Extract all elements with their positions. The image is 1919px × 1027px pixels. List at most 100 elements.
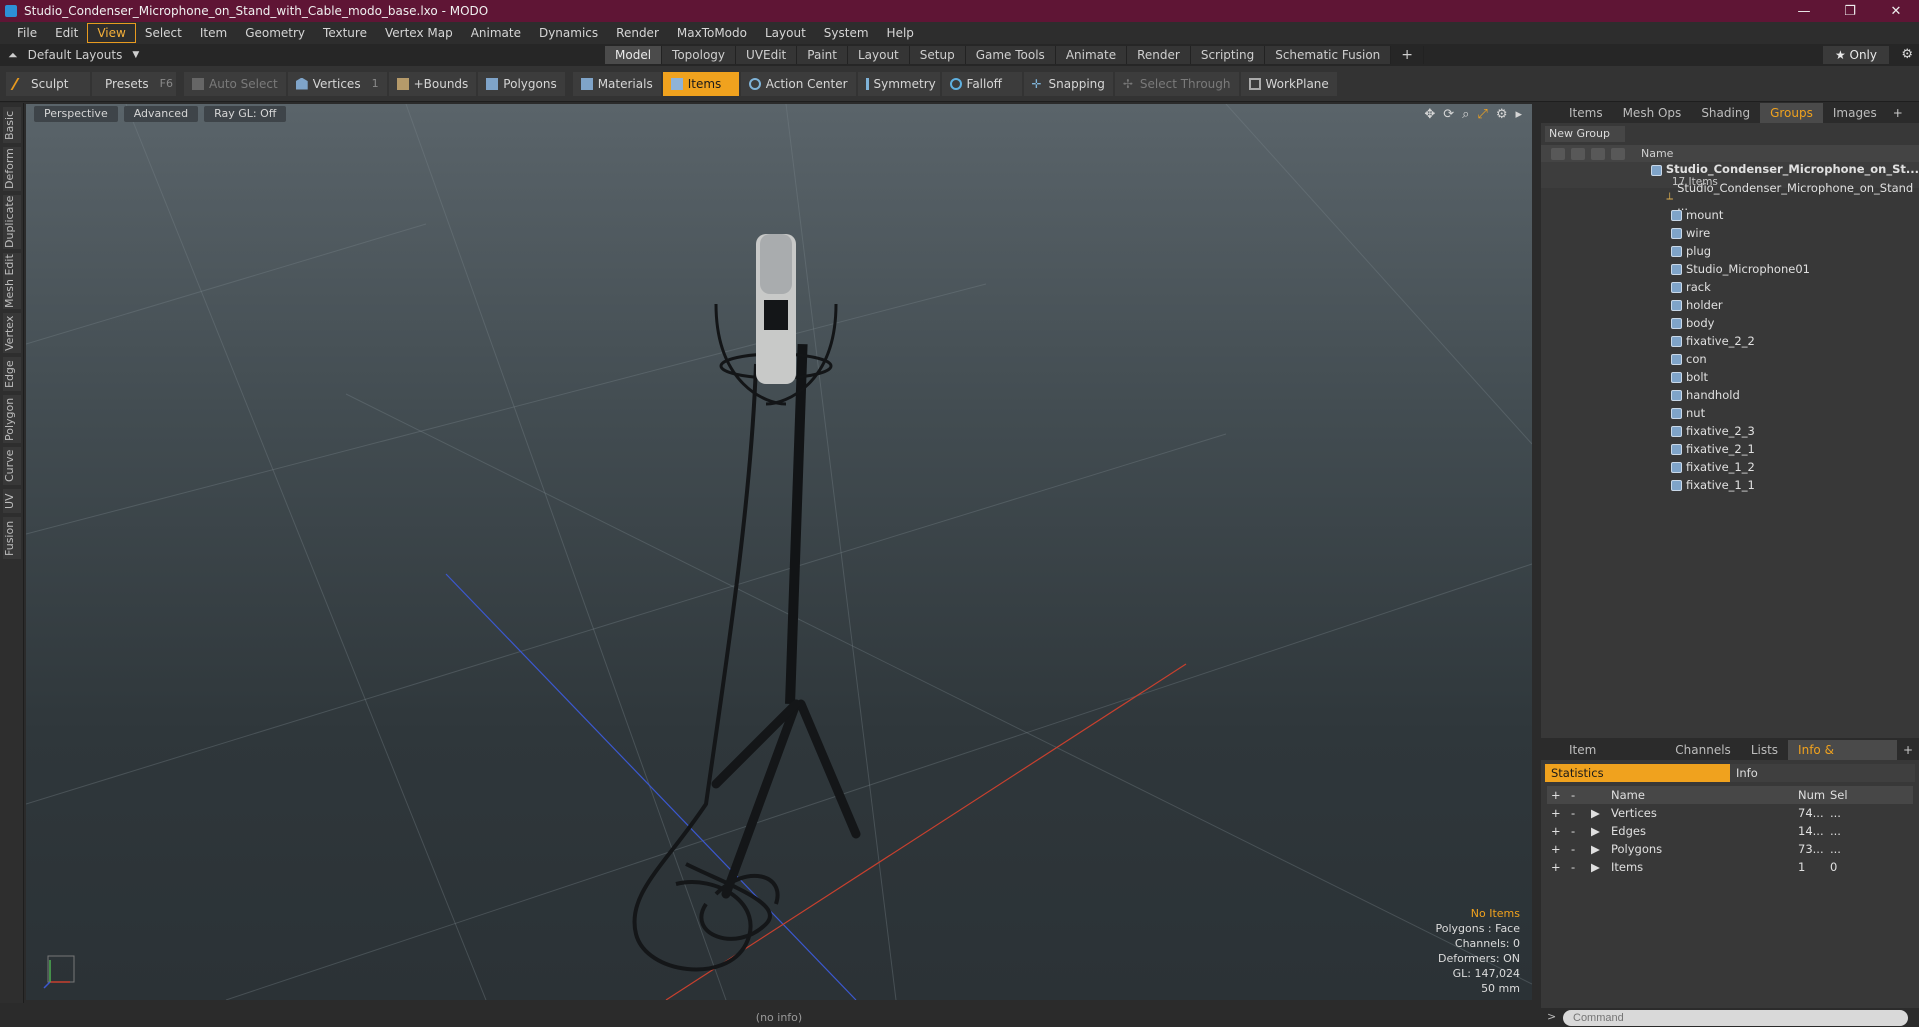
list-item[interactable]: Studio_Microphone01: [1541, 260, 1919, 278]
tab-info[interactable]: Info: [1730, 764, 1915, 782]
advanced-button[interactable]: Advanced: [123, 106, 199, 122]
expand-triangle-icon[interactable]: ▶: [1587, 804, 1607, 822]
tab-model[interactable]: Model: [605, 46, 663, 64]
tab-uv[interactable]: UV: [3, 489, 21, 513]
tab-statistics[interactable]: Statistics: [1545, 764, 1730, 782]
select-through-button[interactable]: ✢ Select Through: [1114, 71, 1239, 96]
render-column-icon[interactable]: [1571, 147, 1585, 160]
list-item[interactable]: fixative_2_2: [1541, 332, 1919, 350]
menu-dynamics[interactable]: Dynamics: [530, 23, 607, 43]
new-group-button[interactable]: New Group: [1545, 126, 1625, 142]
list-item[interactable]: con: [1541, 350, 1919, 368]
list-item[interactable]: fixative_1_2: [1541, 458, 1919, 476]
tab-images[interactable]: Images: [1823, 103, 1887, 123]
tab-layout[interactable]: Layout: [847, 46, 910, 64]
remove-icon[interactable]: -: [1567, 822, 1587, 840]
minimize-button[interactable]: —: [1781, 0, 1827, 22]
list-item[interactable]: handhold: [1541, 386, 1919, 404]
auto-select-button[interactable]: Auto Select: [184, 71, 286, 96]
menu-edit[interactable]: Edit: [46, 23, 87, 43]
tab-mesh-edit[interactable]: Mesh Edit: [3, 253, 21, 309]
menu-help[interactable]: Help: [878, 23, 923, 43]
menu-item[interactable]: Item: [191, 23, 236, 43]
sculpt-button[interactable]: Sculpt: [6, 71, 90, 96]
bounds-button[interactable]: +Bounds: [388, 71, 477, 96]
materials-button[interactable]: Materials: [572, 71, 661, 96]
tab-polygon[interactable]: Polygon: [3, 395, 21, 443]
pan-icon[interactable]: ✥: [1424, 107, 1435, 122]
list-item[interactable]: body: [1541, 314, 1919, 332]
list-item[interactable]: fixative_2_1: [1541, 440, 1919, 458]
menu-render[interactable]: Render: [607, 23, 668, 43]
expand-triangle-icon[interactable]: ▶: [1587, 822, 1607, 840]
add-tab-plus-icon[interactable]: +: [1897, 743, 1919, 757]
tab-vertex[interactable]: Vertex: [3, 313, 21, 353]
raygl-button[interactable]: Ray GL: Off: [204, 106, 287, 122]
workplane-button[interactable]: WorkPlane: [1240, 71, 1337, 96]
list-item[interactable]: bolt: [1541, 368, 1919, 386]
expand-triangle-icon[interactable]: ▶: [1587, 858, 1607, 876]
add-icon[interactable]: +: [1547, 840, 1567, 858]
remove-icon[interactable]: -: [1567, 858, 1587, 876]
menu-layout[interactable]: Layout: [756, 23, 815, 43]
fit-icon[interactable]: ⤢: [1477, 107, 1487, 122]
maximize-button[interactable]: ❐: [1827, 0, 1873, 22]
command-input[interactable]: [1563, 1010, 1908, 1026]
remove-icon[interactable]: -: [1567, 804, 1587, 822]
only-button[interactable]: ★ Only: [1822, 46, 1889, 64]
collapse-all-icon[interactable]: -: [1567, 786, 1587, 804]
remove-icon[interactable]: -: [1567, 840, 1587, 858]
layouts-selector[interactable]: ⏶ Default Layouts ▼: [0, 48, 600, 63]
tab-render[interactable]: Render: [1127, 46, 1191, 64]
add-icon[interactable]: +: [1547, 822, 1567, 840]
add-icon[interactable]: +: [1547, 804, 1567, 822]
menu-maxtomodo[interactable]: MaxToModo: [668, 23, 756, 43]
gear-icon[interactable]: ⚙: [1901, 47, 1913, 62]
tab-animate[interactable]: Animate: [1055, 46, 1128, 64]
menu-texture[interactable]: Texture: [314, 23, 376, 43]
list-item[interactable]: rack: [1541, 278, 1919, 296]
list-item[interactable]: ⟂ Studio_Condenser_Microphone_on_Stand ..…: [1541, 181, 1919, 213]
tab-item-properties[interactable]: Item Properties: [1559, 740, 1665, 777]
rotate-icon[interactable]: ⟳: [1443, 107, 1454, 122]
action-center-button[interactable]: Action Center: [740, 71, 856, 96]
tab-curve[interactable]: Curve: [3, 447, 21, 485]
falloff-button[interactable]: Falloff: [941, 71, 1022, 96]
add-tab-plus-icon[interactable]: +: [1391, 46, 1425, 64]
list-item[interactable]: plug: [1541, 242, 1919, 260]
tab-groups[interactable]: Groups: [1760, 103, 1823, 123]
list-item[interactable]: wire: [1541, 224, 1919, 242]
list-item[interactable]: fixative_2_3: [1541, 422, 1919, 440]
tab-edge[interactable]: Edge: [3, 357, 21, 391]
table-row[interactable]: + - ▶ Polygons 73... ...: [1547, 840, 1913, 858]
tab-mesh-ops[interactable]: Mesh Ops: [1613, 103, 1692, 123]
tab-schematic-fusion[interactable]: Schematic Fusion: [1265, 46, 1392, 64]
expand-triangle-icon[interactable]: ▶: [1587, 840, 1607, 858]
lock-column-icon[interactable]: [1591, 147, 1605, 160]
select-column-icon[interactable]: [1611, 147, 1625, 160]
tab-info-statistics[interactable]: Info & Statistics: [1788, 740, 1897, 777]
3d-viewport[interactable]: Perspective Advanced Ray GL: Off ✥ ⟳ ⌕ ⤢…: [26, 104, 1532, 1000]
menu-animate[interactable]: Animate: [462, 23, 530, 43]
settings-icon[interactable]: ⚙: [1496, 107, 1508, 122]
add-tab-plus-icon[interactable]: +: [1887, 106, 1909, 120]
table-row[interactable]: + - ▶ Items 1 0: [1547, 858, 1913, 876]
polygons-button[interactable]: Polygons: [478, 71, 565, 96]
layout-toggle-icon[interactable]: ⏶: [8, 48, 18, 63]
presets-button[interactable]: Presets F6: [92, 71, 176, 96]
menu-geometry[interactable]: Geometry: [236, 23, 314, 43]
symmetry-button[interactable]: Symmetry: [857, 71, 940, 96]
vertices-button[interactable]: Vertices 1: [287, 71, 387, 96]
tab-channels[interactable]: Channels: [1665, 740, 1741, 760]
expand-all-icon[interactable]: +: [1547, 786, 1567, 804]
list-item[interactable]: nut: [1541, 404, 1919, 422]
tab-scripting[interactable]: Scripting: [1190, 46, 1266, 64]
menu-view[interactable]: View: [87, 23, 136, 43]
zoom-icon[interactable]: ⌕: [1462, 107, 1469, 122]
menu-select[interactable]: Select: [136, 23, 191, 43]
expand-arrow-icon[interactable]: ▸: [1515, 107, 1522, 122]
table-row[interactable]: + - ▶ Vertices 74... ...: [1547, 804, 1913, 822]
snapping-button[interactable]: ✛ Snapping: [1023, 71, 1113, 96]
menu-vertex-map[interactable]: Vertex Map: [376, 23, 462, 43]
tab-game-tools[interactable]: Game Tools: [965, 46, 1056, 64]
